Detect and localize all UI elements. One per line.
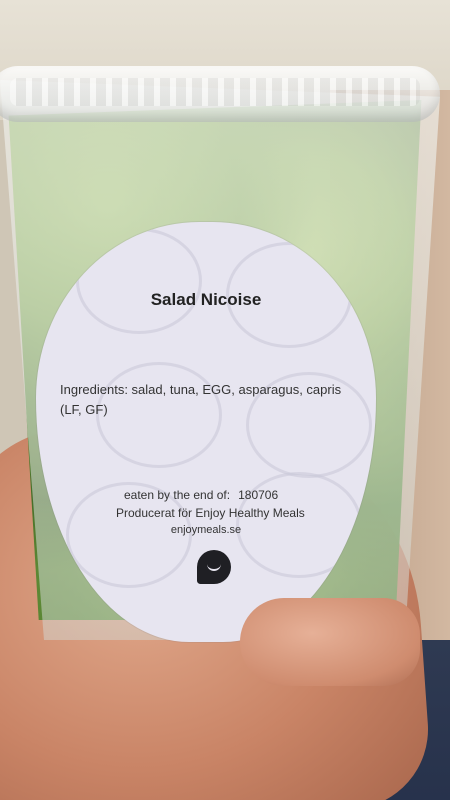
best-before-label: eaten by the end of: (124, 488, 231, 502)
producer-text: Producerat för Enjoy Healthy Meals (116, 506, 305, 520)
photo-scene: Salad Nicoise Ingredients: salad, tuna, … (0, 0, 450, 800)
cup-lid-ridges (10, 78, 420, 106)
product-title: Salad Nicoise (150, 290, 262, 309)
best-before-date: 180706 (238, 488, 279, 502)
logo-watermark (76, 228, 202, 334)
ingredients-text: Ingredients: salad, tuna, EGG, asparagus… (60, 382, 342, 417)
thumb (240, 598, 420, 686)
best-before: eaten by the end of: 180706 (124, 488, 278, 502)
product-label: Salad Nicoise Ingredients: salad, tuna, … (36, 222, 376, 642)
enjoy-logo-icon (197, 550, 231, 584)
website-text: enjoymeals.se (170, 524, 242, 536)
